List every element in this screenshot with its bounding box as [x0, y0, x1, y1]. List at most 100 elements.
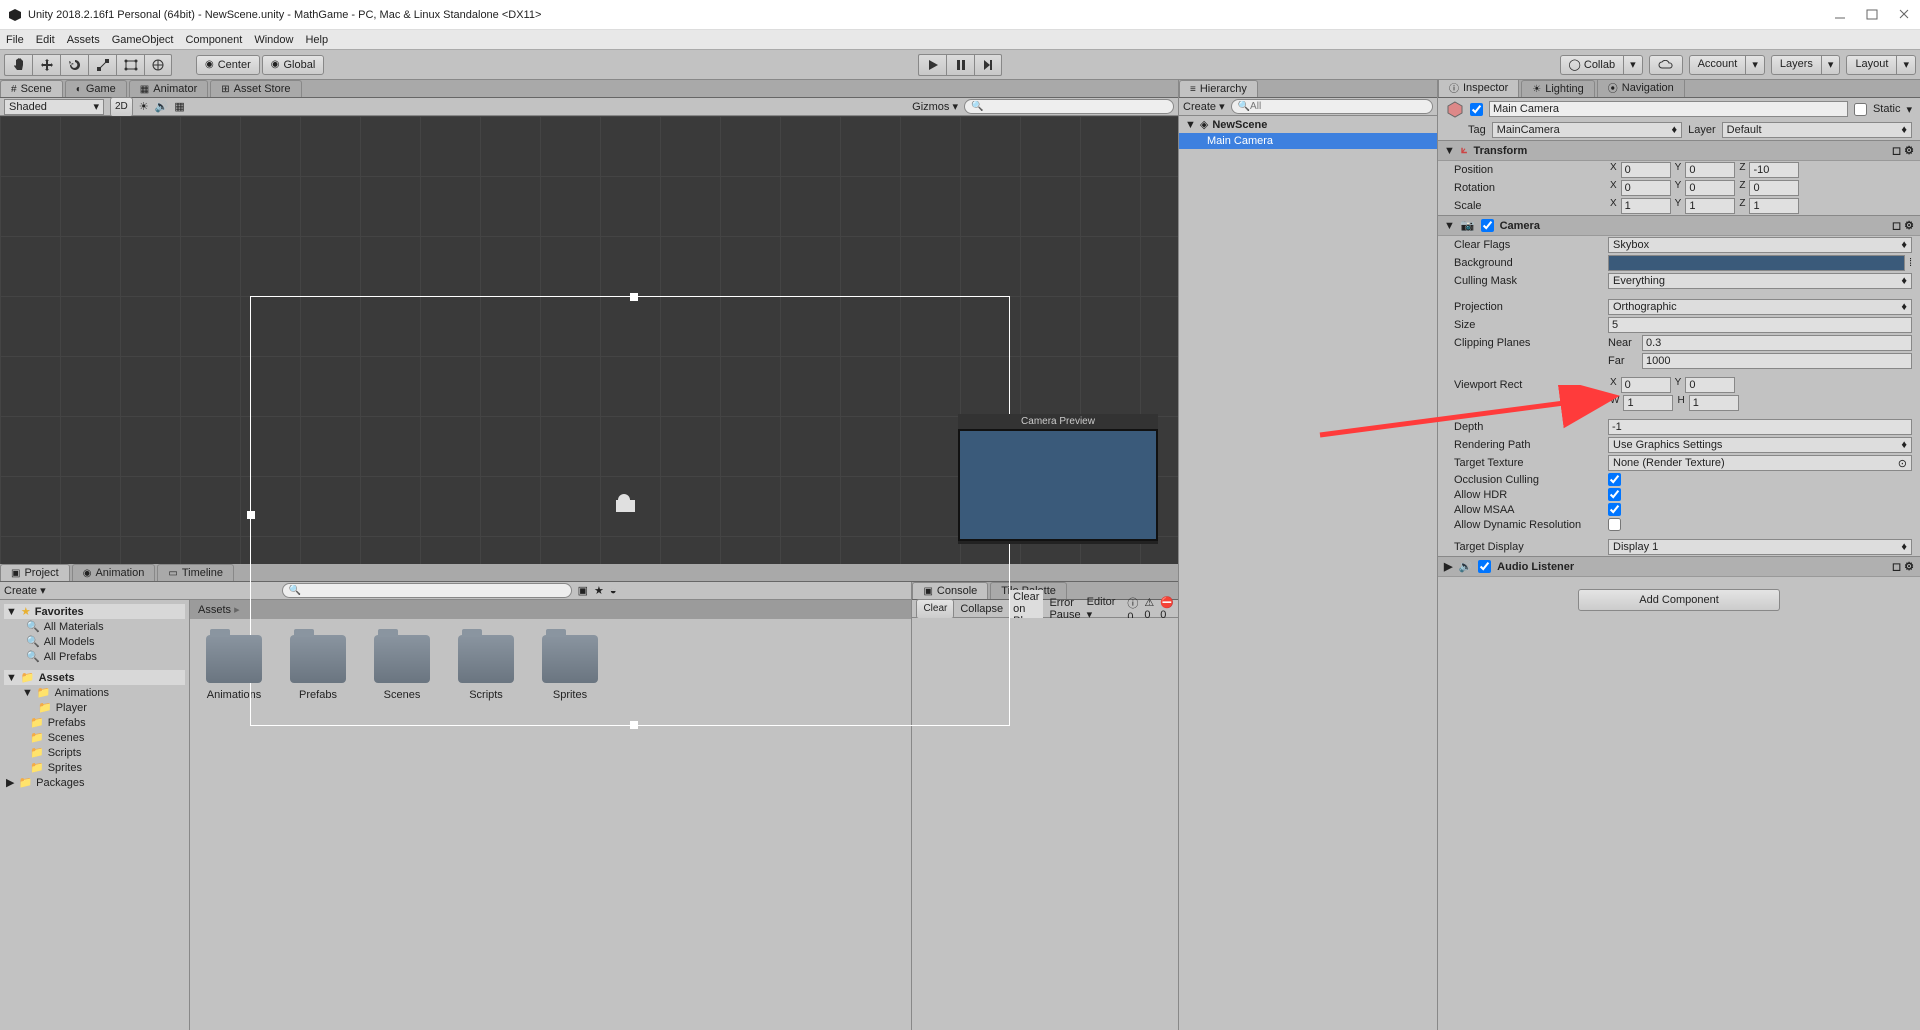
scene-view[interactable]: Camera Preview: [0, 116, 1178, 564]
menu-window[interactable]: Window: [254, 34, 293, 46]
menu-edit[interactable]: Edit: [36, 34, 55, 46]
scale-y[interactable]: [1685, 198, 1735, 214]
targettexture-field[interactable]: None (Render Texture)⊙: [1608, 455, 1912, 471]
tab-hierarchy[interactable]: ≡ Hierarchy: [1179, 80, 1258, 97]
hierarchy-scene-row[interactable]: ▼◈NewScene: [1179, 116, 1437, 133]
transform-tool-button[interactable]: [144, 54, 172, 76]
play-button[interactable]: [918, 54, 946, 76]
rot-x[interactable]: [1621, 180, 1671, 196]
fx-toggle-icon[interactable]: ▦: [174, 100, 184, 113]
camera-component-header[interactable]: ▼ 📷 Camera◻ ⚙: [1438, 215, 1920, 236]
menu-gameobject[interactable]: GameObject: [112, 34, 174, 46]
minimize-icon[interactable]: [1834, 8, 1848, 22]
collab-dropdown[interactable]: ◯ Collab▾: [1560, 55, 1643, 75]
projection-dropdown[interactable]: Orthographic♦: [1608, 299, 1912, 315]
project-create-dropdown[interactable]: Create ▾: [4, 584, 46, 597]
hierarchy-tree[interactable]: ▼◈NewScene Main Camera: [1179, 116, 1437, 1030]
menu-help[interactable]: Help: [305, 34, 328, 46]
rotate-tool-button[interactable]: [60, 54, 88, 76]
folder-player: 📁Player: [4, 700, 185, 715]
console-errorpause-button[interactable]: Error Pause: [1049, 597, 1080, 621]
pivot-toggle[interactable]: ◉ Center: [196, 55, 260, 75]
rect-tool-button[interactable]: [116, 54, 144, 76]
viewport-h[interactable]: [1689, 395, 1739, 411]
menu-file[interactable]: File: [6, 34, 24, 46]
add-component-button[interactable]: Add Component: [1578, 589, 1780, 611]
folder-prefabs: 📁Prefabs: [4, 715, 185, 730]
renderpath-dropdown[interactable]: Use Graphics Settings♦: [1608, 437, 1912, 453]
dynres-checkbox[interactable]: [1608, 518, 1621, 531]
hierarchy-search[interactable]: [1231, 99, 1433, 114]
far-field[interactable]: [1642, 353, 1912, 369]
2d-toggle[interactable]: 2D: [110, 97, 133, 117]
tab-scene[interactable]: # Scene: [0, 80, 63, 97]
light-toggle-icon[interactable]: ☀: [139, 100, 149, 113]
depth-field[interactable]: [1608, 419, 1912, 435]
viewport-y[interactable]: [1685, 377, 1735, 393]
camera-icon[interactable]: [615, 494, 641, 514]
size-field[interactable]: [1608, 317, 1912, 333]
pos-x[interactable]: [1621, 162, 1671, 178]
gameobject-name-field[interactable]: [1489, 101, 1848, 117]
eyedropper-icon[interactable]: ⁞: [1909, 257, 1912, 269]
pause-button[interactable]: [946, 54, 974, 76]
scale-z[interactable]: [1749, 198, 1799, 214]
fav-all-models: 🔍All Models: [4, 634, 185, 649]
tab-animator[interactable]: ▦ Animator: [129, 80, 208, 97]
gameobject-active-checkbox[interactable]: [1470, 103, 1483, 116]
tag-dropdown[interactable]: MainCamera♦: [1492, 122, 1682, 138]
background-color-field[interactable]: [1608, 255, 1905, 271]
camera-frustum-gizmo: [250, 296, 1010, 726]
cullingmask-dropdown[interactable]: Everything♦: [1608, 273, 1912, 289]
tab-game[interactable]: ◐ Game: [65, 80, 127, 97]
menu-component[interactable]: Component: [185, 34, 242, 46]
audiolistener-component-header[interactable]: ▶ 🔊 Audio Listener◻ ⚙: [1438, 556, 1920, 577]
gizmos-dropdown[interactable]: Gizmos ▾: [912, 100, 958, 113]
rot-z[interactable]: [1749, 180, 1799, 196]
shading-mode-dropdown[interactable]: Shaded▾: [4, 99, 104, 115]
tab-timeline[interactable]: ▭ Timeline: [157, 564, 234, 581]
step-button[interactable]: [974, 54, 1002, 76]
layout-dropdown[interactable]: Layout▾: [1846, 55, 1916, 75]
layer-dropdown[interactable]: Default♦: [1722, 122, 1912, 138]
pos-z[interactable]: [1749, 162, 1799, 178]
occlusion-checkbox[interactable]: [1608, 473, 1621, 486]
menu-assets[interactable]: Assets: [67, 34, 100, 46]
static-checkbox[interactable]: [1854, 103, 1867, 116]
pos-y[interactable]: [1685, 162, 1735, 178]
project-tree[interactable]: ▼★Favorites 🔍All Materials 🔍All Models 🔍…: [0, 600, 190, 1030]
transform-component-header[interactable]: ▼ ⟀ Transform◻ ⚙: [1438, 140, 1920, 161]
space-toggle[interactable]: ◉ Global: [262, 55, 325, 75]
clearflags-dropdown[interactable]: Skybox♦: [1608, 237, 1912, 253]
close-icon[interactable]: [1898, 8, 1912, 22]
scale-tool-button[interactable]: [88, 54, 116, 76]
msaa-checkbox[interactable]: [1608, 503, 1621, 516]
tab-assetstore[interactable]: ⊞ Asset Store: [210, 80, 301, 97]
audio-toggle-icon[interactable]: 🔊: [155, 100, 169, 113]
maximize-icon[interactable]: [1866, 8, 1880, 22]
titlebar: Unity 2018.2.16f1 Personal (64bit) - New…: [0, 0, 1920, 30]
near-field[interactable]: [1642, 335, 1912, 351]
move-tool-button[interactable]: [32, 54, 60, 76]
hierarchy-main-camera[interactable]: Main Camera: [1179, 133, 1437, 149]
viewport-w[interactable]: [1623, 395, 1673, 411]
targetdisplay-dropdown[interactable]: Display 1♦: [1608, 539, 1912, 555]
scale-x[interactable]: [1621, 198, 1671, 214]
tab-inspector[interactable]: ⓘ Inspector: [1438, 77, 1519, 97]
cloud-button[interactable]: [1649, 55, 1683, 75]
scene-tabs: # Scene ◐ Game ▦ Animator ⊞ Asset Store: [0, 80, 1178, 98]
hand-tool-button[interactable]: [4, 54, 32, 76]
folder-sprites: 📁Sprites: [4, 760, 185, 775]
account-dropdown[interactable]: Account▾: [1689, 55, 1765, 75]
tab-project[interactable]: ▣ Project: [0, 564, 70, 581]
tab-lighting[interactable]: ☀ Lighting: [1521, 80, 1595, 97]
layers-dropdown[interactable]: Layers▾: [1771, 55, 1841, 75]
viewport-x[interactable]: [1621, 377, 1671, 393]
hierarchy-create-dropdown[interactable]: Create ▾: [1183, 100, 1225, 113]
tab-animation[interactable]: ◉ Animation: [72, 564, 156, 581]
tab-navigation[interactable]: ⦿ Navigation: [1597, 77, 1685, 97]
hdr-checkbox[interactable]: [1608, 488, 1621, 501]
rot-y[interactable]: [1685, 180, 1735, 196]
scene-search[interactable]: [964, 99, 1174, 114]
folder-scenes: 📁Scenes: [4, 730, 185, 745]
